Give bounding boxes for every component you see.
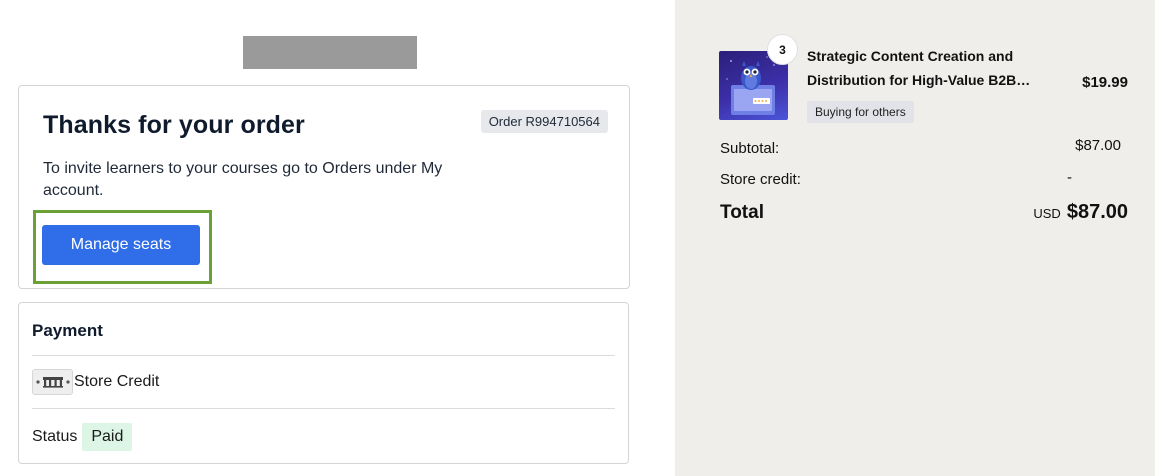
subtotal-label: Subtotal: — [720, 140, 780, 157]
logo-placeholder — [243, 36, 417, 69]
payment-method-row: Store Credit — [32, 369, 159, 395]
payment-status-row: Status Paid — [32, 422, 133, 451]
payment-title: Payment — [32, 321, 103, 340]
quantity-badge: 3 — [767, 34, 798, 65]
manage-seats-button[interactable]: Manage seats — [42, 225, 200, 265]
store-credit-icon — [32, 369, 73, 395]
order-confirmation-panel: Thanks for your order Order R994710564 T… — [0, 0, 675, 476]
total-value: USD $87.00 — [1033, 201, 1128, 224]
total-label: Total — [720, 202, 764, 223]
subtotal-value: $87.00 — [1075, 137, 1121, 154]
store-credit-label: Store credit: — [720, 171, 801, 188]
payment-method-label: Store Credit — [74, 373, 160, 390]
product-title: Strategic Content Creation and Distribut… — [807, 48, 1031, 88]
product-price: $19.99 — [1082, 74, 1128, 91]
divider — [32, 355, 615, 356]
page-title: Thanks for your order — [43, 111, 305, 139]
invite-instructions: To invite learners to your courses go to… — [43, 160, 443, 199]
total-currency: USD — [1033, 206, 1061, 221]
total-amount: $87.00 — [1066, 201, 1128, 223]
buying-for-others-badge: Buying for others — [807, 101, 914, 123]
status-label: Status — [32, 427, 78, 445]
status-badge: Paid — [82, 422, 133, 451]
order-number-badge: Order R994710564 — [480, 110, 608, 133]
store-credit-value: - — [1067, 169, 1072, 186]
divider — [32, 408, 615, 409]
payment-card: Payment Store Credit Status Paid — [18, 302, 629, 464]
